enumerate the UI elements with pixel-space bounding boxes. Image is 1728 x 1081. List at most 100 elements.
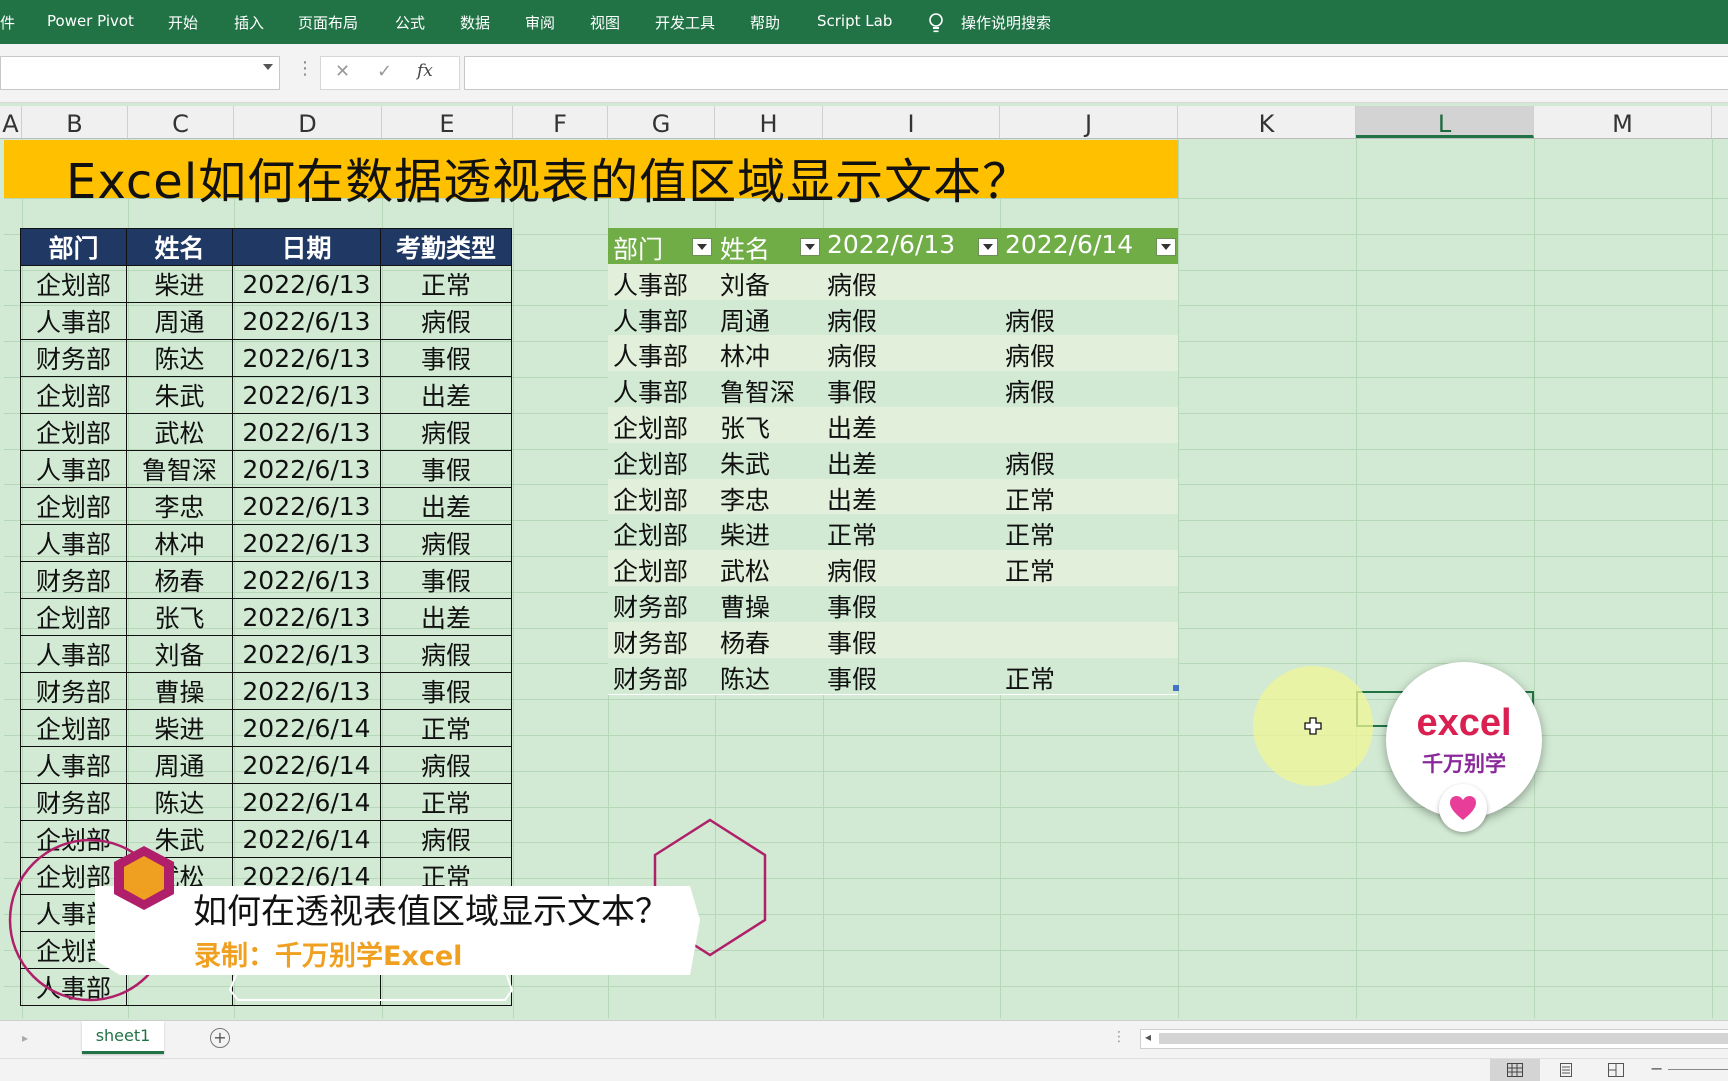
pivot-cell-department[interactable]: 财务部 (613, 660, 688, 696)
cell-date[interactable]: 2022/6/13 (232, 635, 381, 673)
cell-department[interactable]: 企划部 (20, 598, 127, 636)
cell-name[interactable]: 柴进 (126, 709, 233, 747)
pivot-header-date-1[interactable]: 2022/6/13 (827, 230, 955, 259)
column-header-h[interactable]: H (715, 106, 823, 138)
cell-department[interactable]: 人事部 (20, 450, 127, 488)
cell-attendance-type[interactable]: 病假 (380, 524, 512, 562)
cell-name[interactable]: 林冲 (126, 524, 233, 562)
pivot-cell-date-1[interactable]: 出差 (827, 445, 877, 481)
horizontal-scrollbar[interactable]: ◂ (1140, 1029, 1728, 1049)
pivot-cell-department[interactable]: 人事部 (613, 266, 688, 302)
pivot-cell-name[interactable]: 武松 (720, 552, 770, 588)
normal-view-button[interactable] (1490, 1059, 1540, 1081)
ribbon-tab-script-lab[interactable]: Script Lab (817, 12, 892, 30)
pivot-cell-department[interactable]: 财务部 (613, 588, 688, 624)
pivot-cell-name[interactable]: 朱武 (720, 445, 770, 481)
cell-department[interactable]: 财务部 (20, 672, 127, 710)
column-header-f[interactable]: F (513, 106, 608, 138)
cell-name[interactable]: 刘备 (126, 635, 233, 673)
pivot-cell-name[interactable]: 李忠 (720, 481, 770, 517)
column-header-c[interactable]: C (128, 106, 234, 138)
insert-function-button[interactable]: fx (417, 61, 433, 81)
header-attendance-type[interactable]: 考勤类型 (380, 228, 512, 266)
pivot-cell-date-1[interactable]: 事假 (827, 624, 877, 660)
cell-name[interactable]: 武松 (126, 413, 233, 451)
pivot-header-department[interactable]: 部门 (613, 230, 663, 266)
pivot-cell-date-1[interactable]: 出差 (827, 481, 877, 517)
pivot-cell-date-1[interactable]: 病假 (827, 266, 877, 302)
pivot-cell-department[interactable]: 企划部 (613, 481, 688, 517)
cell-department[interactable]: 人事部 (20, 746, 127, 784)
pivot-cell-name[interactable]: 林冲 (720, 337, 770, 373)
pivot-cell-date-2[interactable]: 正常 (1005, 660, 1055, 696)
chevron-down-icon[interactable] (263, 64, 273, 70)
zoom-slider[interactable] (1668, 1069, 1728, 1070)
pivot-cell-department[interactable]: 企划部 (613, 445, 688, 481)
cell-date[interactable]: 2022/6/13 (232, 524, 381, 562)
filter-dropdown-icon[interactable] (800, 238, 820, 256)
pivot-cell-date-2[interactable]: 正常 (1005, 552, 1055, 588)
pivot-cell-department[interactable]: 人事部 (613, 373, 688, 409)
cell-date[interactable]: 2022/6/13 (232, 339, 381, 377)
cell-department[interactable]: 企划部 (20, 265, 127, 303)
cell-attendance-type[interactable]: 出差 (380, 376, 512, 414)
column-header-b[interactable]: B (22, 106, 128, 138)
column-header-k[interactable]: K (1178, 106, 1356, 138)
cell-date[interactable]: 2022/6/13 (232, 450, 381, 488)
pivot-cell-department[interactable]: 人事部 (613, 337, 688, 373)
cell-date[interactable]: 2022/6/13 (232, 487, 381, 525)
pivot-cell-date-1[interactable]: 事假 (827, 660, 877, 696)
cell-date[interactable]: 2022/6/13 (232, 561, 381, 599)
tell-me-search[interactable]: 操作说明搜索 (961, 12, 1051, 33)
pivot-cell-date-1[interactable]: 病假 (827, 552, 877, 588)
pivot-cell-name[interactable]: 曹操 (720, 588, 770, 624)
cell-attendance-type[interactable]: 出差 (380, 487, 512, 525)
cell-name[interactable]: 朱武 (126, 376, 233, 414)
cell-attendance-type[interactable]: 正常 (380, 709, 512, 747)
cell-attendance-type[interactable]: 病假 (380, 413, 512, 451)
scroll-left-arrow-icon[interactable]: ◂ (1145, 1030, 1151, 1044)
ribbon-tab-file[interactable]: 件 (0, 12, 15, 33)
cell-department[interactable]: 企划部 (20, 487, 127, 525)
filter-dropdown-icon[interactable] (1156, 238, 1176, 256)
column-header-i[interactable]: I (823, 106, 1000, 138)
pivot-cell-date-2[interactable]: 正常 (1005, 481, 1055, 517)
pivot-cell-date-2[interactable]: 正常 (1005, 516, 1055, 552)
pivot-cell-date-1[interactable]: 事假 (827, 373, 877, 409)
ribbon-tab-view[interactable]: 视图 (590, 12, 620, 33)
cell-department[interactable]: 企划部 (20, 709, 127, 747)
ribbon-tab-page-layout[interactable]: 页面布局 (298, 12, 358, 33)
cell-attendance-type[interactable]: 事假 (380, 450, 512, 488)
column-header-g[interactable]: G (608, 106, 715, 138)
column-header-d[interactable]: D (234, 106, 382, 138)
cell-department[interactable]: 财务部 (20, 561, 127, 599)
column-header-l[interactable]: L (1356, 106, 1534, 138)
cell-date[interactable]: 2022/6/13 (232, 376, 381, 414)
pivot-cell-name[interactable]: 鲁智深 (720, 373, 795, 409)
cell-date[interactable]: 2022/6/13 (232, 413, 381, 451)
header-date[interactable]: 日期 (232, 228, 381, 266)
cancel-icon[interactable]: ✕ (335, 61, 350, 82)
ribbon-tab-help[interactable]: 帮助 (750, 12, 780, 33)
ribbon-tab-formulas[interactable]: 公式 (395, 12, 425, 33)
ribbon-tab-data[interactable]: 数据 (460, 12, 490, 33)
pivot-cell-name[interactable]: 刘备 (720, 266, 770, 302)
scrollbar-thumb[interactable] (1159, 1033, 1728, 1044)
pivot-cell-date-1[interactable]: 正常 (827, 516, 877, 552)
cell-department[interactable]: 企划部 (20, 376, 127, 414)
cell-name[interactable]: 鲁智深 (126, 450, 233, 488)
cell-department[interactable]: 财务部 (20, 339, 127, 377)
pivot-cell-name[interactable]: 陈达 (720, 660, 770, 696)
cell-department[interactable]: 人事部 (20, 524, 127, 562)
enter-icon[interactable]: ✓ (377, 61, 392, 82)
pivot-cell-name[interactable]: 张飞 (720, 409, 770, 445)
cell-date[interactable]: 2022/6/13 (232, 302, 381, 340)
cell-attendance-type[interactable]: 事假 (380, 672, 512, 710)
cell-date[interactable]: 2022/6/13 (232, 265, 381, 303)
pivot-cell-department[interactable]: 人事部 (613, 302, 688, 338)
cell-date[interactable]: 2022/6/13 (232, 672, 381, 710)
cell-date[interactable]: 2022/6/14 (232, 709, 381, 747)
cell-name[interactable]: 李忠 (126, 487, 233, 525)
name-box[interactable] (0, 56, 280, 90)
pivot-cell-department[interactable]: 财务部 (613, 624, 688, 660)
